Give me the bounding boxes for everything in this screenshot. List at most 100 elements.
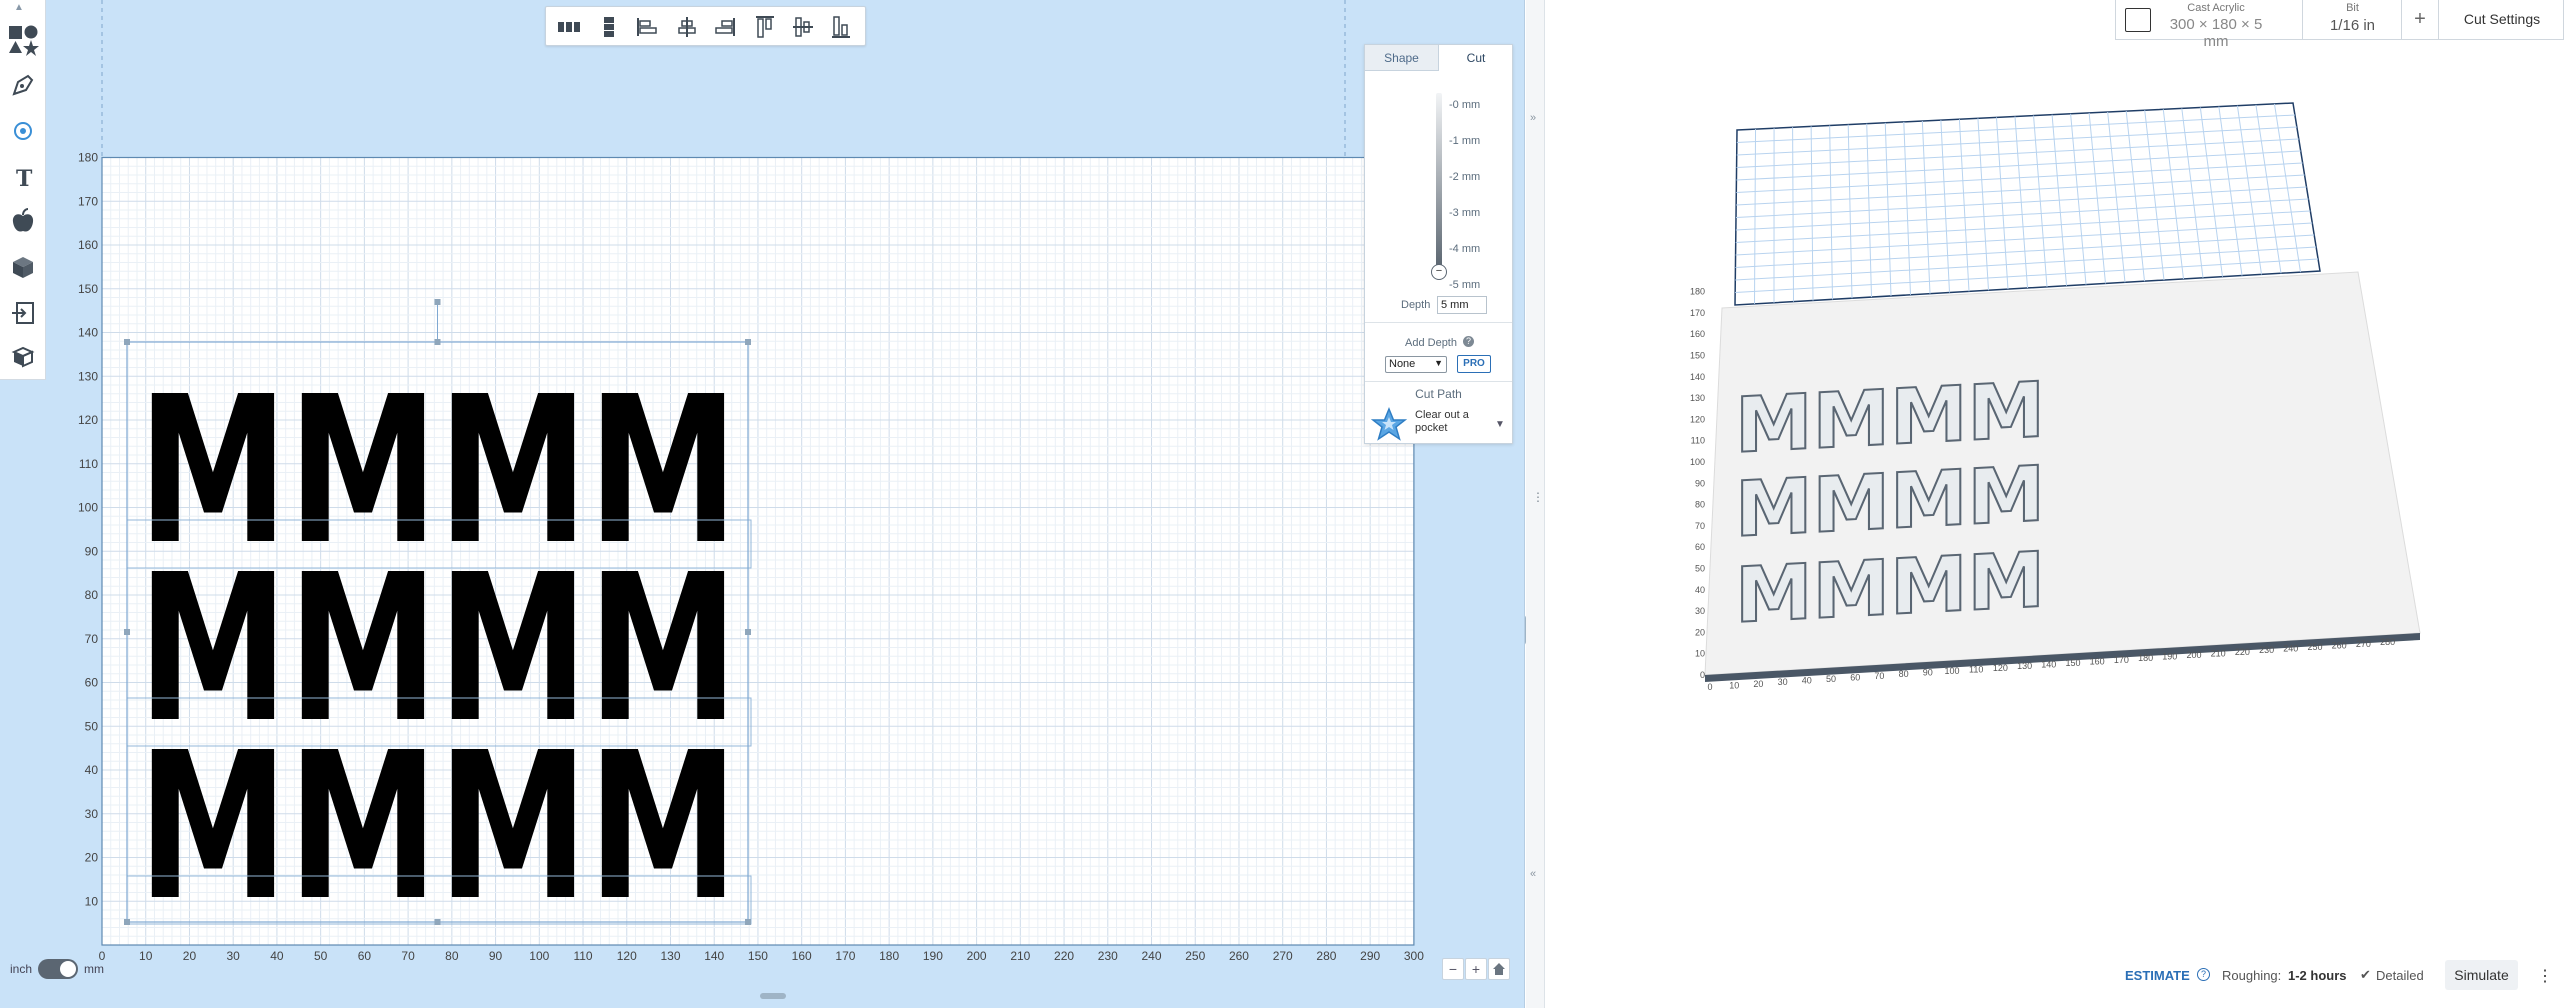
y-axis-tick: 160 [78, 238, 98, 252]
preview-scene[interactable]: 0 10 20 30 40 50 60 70 80 90 100 110 120 130 140 150 160… [1545, 0, 2564, 1008]
collapse-left-icon[interactable]: « [1530, 868, 1536, 880]
unit-switch[interactable] [38, 959, 79, 979]
pen-tool-icon[interactable] [4, 66, 42, 104]
svg-text:T: T [16, 166, 33, 192]
preview-x-tick: 180 [2138, 653, 2153, 663]
simulate-button[interactable]: Simulate [2445, 960, 2518, 990]
preview-x-tick: 50 [1826, 674, 1836, 684]
3d-box-icon[interactable] [4, 338, 42, 376]
align-left-icon[interactable] [632, 13, 662, 41]
align-middle-icon[interactable] [788, 13, 818, 41]
distribute-horizontal-icon[interactable] [554, 13, 584, 41]
home-icon[interactable] [1488, 958, 1510, 980]
y-axis-tick: 130 [78, 369, 98, 383]
depth-slider-handle[interactable]: − [1431, 264, 1447, 280]
text-tool-icon[interactable]: T [4, 158, 42, 196]
zoom-in-button[interactable]: + [1465, 958, 1487, 980]
align-bottom-icon[interactable] [826, 13, 856, 41]
resize-handle[interactable] [745, 919, 751, 925]
collapse-right-icon[interactable]: » [1530, 112, 1536, 124]
depth-scale: -0 mm -1 mm -2 mm -3 mm -4 mm -5 mm [1449, 87, 1480, 303]
resize-handle[interactable] [434, 919, 441, 925]
resize-handle[interactable] [124, 629, 130, 635]
resize-handle[interactable] [124, 339, 130, 345]
material-swatch-icon[interactable] [2125, 8, 2151, 32]
bit-value: 1/16 in [2329, 17, 2376, 34]
y-axis-tick: 150 [78, 282, 98, 296]
distribute-vertical-icon[interactable] [594, 13, 624, 41]
more-menu-button[interactable]: ⋮ [2537, 966, 2553, 986]
horizontal-scrollbar[interactable] [760, 993, 786, 999]
preview-x-tick: 280 [2380, 637, 2395, 647]
help-icon[interactable]: ? [1463, 336, 1474, 347]
material-size[interactable]: 300 × 180 × 5 mm [2156, 16, 2276, 50]
unit-toggle[interactable]: inch mm [10, 958, 104, 980]
info-icon[interactable]: ? [2197, 968, 2210, 981]
add-depth-select[interactable]: None ▼ [1385, 356, 1447, 373]
align-right-icon[interactable] [710, 13, 740, 41]
shapes-tool-icon[interactable] [4, 20, 42, 58]
point-tool-icon[interactable] [4, 112, 42, 150]
cut-path-option[interactable]: Clear out a pocket [1415, 409, 1485, 435]
align-center-icon[interactable] [672, 13, 702, 41]
preview-back-wall [1734, 102, 2321, 306]
text-row[interactable]: MMMM [138, 709, 738, 945]
preview-x-tick: 120 [1993, 663, 2008, 673]
pane-divider[interactable]: » ⋮ « [1526, 0, 1545, 1008]
estimate-bar: ESTIMATE ? Roughing: 1-2 hours ✔ Detaile… [2115, 958, 2564, 994]
depth-slider-track[interactable] [1436, 93, 1442, 275]
y-axis-tick: 60 [85, 676, 99, 690]
depth-label: Depth [1401, 299, 1431, 311]
preview-y-tick: 100 [1690, 457, 1705, 467]
detailed-label[interactable]: Detailed [2376, 968, 2424, 983]
cut-settings-button[interactable]: Cut Settings [2438, 0, 2564, 40]
x-axis-tick: 220 [1054, 949, 1074, 963]
divider [1365, 381, 1512, 382]
preview-x-tick: 20 [1753, 679, 1763, 689]
apple-icon[interactable] [4, 202, 42, 240]
preview-x-tick: 230 [2259, 645, 2274, 655]
tab-cut[interactable]: Cut [1439, 45, 1513, 71]
3d-preview[interactable]: 0 10 20 30 40 50 60 70 80 90 100 110 120 130 140 150 160… [1545, 0, 2564, 1008]
y-axis-tick: 30 [85, 807, 99, 821]
align-top-icon[interactable] [750, 13, 780, 41]
design-canvas[interactable]: 180 170 160 150 140 130 120 110 100 90 80 70 60 50 40 3… [0, 0, 1533, 1008]
design-grid[interactable]: 180 170 160 150 140 130 120 110 100 90 80 70 60 50 40 3… [0, 0, 1525, 1008]
zoom-out-button[interactable]: − [1442, 958, 1464, 980]
y-axis-tick: 170 [78, 194, 98, 208]
preview-y-tick: 150 [1690, 351, 1705, 361]
chevron-down-icon[interactable]: ▼ [1495, 419, 1505, 430]
add-depth-label: Add Depth [1405, 337, 1457, 349]
material-name[interactable]: Cast Acrylic [2156, 2, 2276, 14]
resize-handle[interactable] [745, 629, 751, 635]
preview-y-tick: 0 [1700, 670, 1705, 680]
preview-x-tick: 250 [2307, 642, 2322, 652]
divider [1365, 322, 1512, 323]
x-axis-tick: 80 [445, 949, 459, 963]
import-icon[interactable] [4, 294, 42, 332]
depth-tick: -1 mm [1449, 135, 1481, 147]
add-bit-button[interactable]: + [2401, 0, 2438, 40]
preview-x-tick: 40 [1802, 676, 1812, 686]
x-axis-tick: 120 [617, 949, 637, 963]
preview-x-tick: 140 [2041, 660, 2056, 670]
estimate-label[interactable]: ESTIMATE [2125, 968, 2190, 983]
y-axis-tick: 20 [85, 851, 99, 865]
x-axis-tick: 210 [1010, 949, 1030, 963]
alignment-toolbar [545, 6, 866, 46]
box-library-icon[interactable] [4, 248, 42, 286]
rotate-handle[interactable] [434, 299, 441, 305]
preview-y-tick: 30 [1695, 606, 1705, 616]
drag-handle-icon[interactable]: ⋮ [1532, 490, 1544, 504]
x-axis-tick: 270 [1273, 949, 1293, 963]
resize-handle[interactable] [124, 919, 130, 925]
resize-handle[interactable] [434, 339, 441, 345]
bit-selector[interactable]: Bit 1/16 in [2302, 0, 2401, 40]
pro-badge[interactable]: PRO [1457, 355, 1491, 373]
preview-x-tick: 240 [2283, 644, 2298, 654]
y-axis-tick: 70 [85, 632, 99, 646]
resize-handle[interactable] [745, 339, 751, 345]
collapse-up-icon[interactable]: ▲ [14, 2, 24, 13]
tab-shape[interactable]: Shape [1365, 45, 1439, 71]
depth-input[interactable]: 5 mm [1437, 296, 1487, 314]
